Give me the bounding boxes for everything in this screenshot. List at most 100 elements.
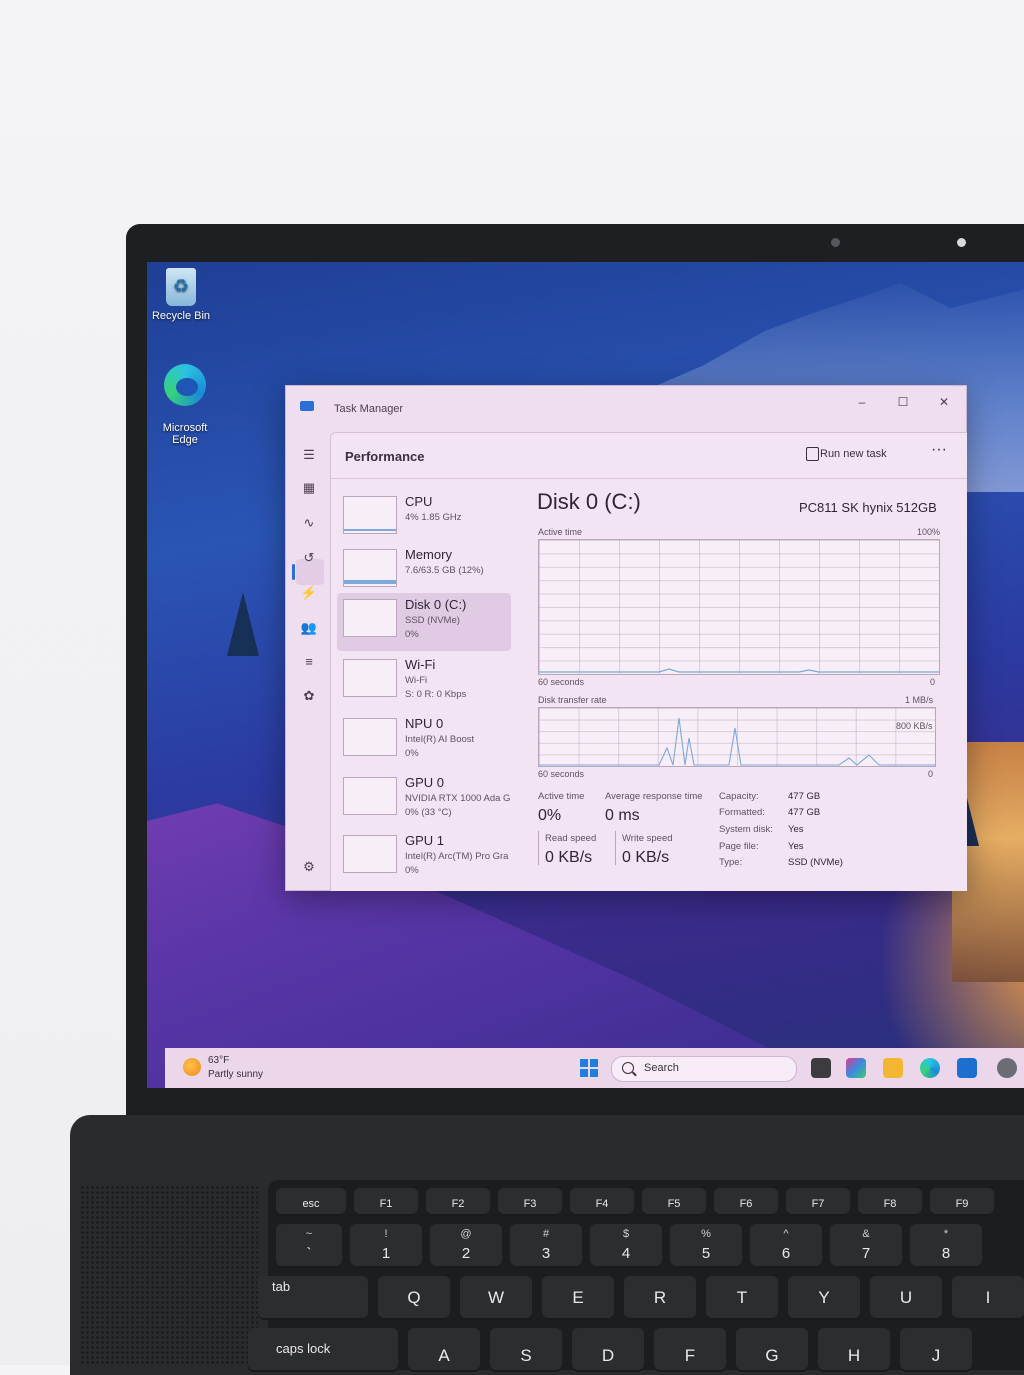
hamburger-menu-icon[interactable]: ☰ <box>300 446 318 464</box>
transfer-rate-line <box>539 717 935 766</box>
key-f7[interactable]: F7 <box>786 1188 850 1216</box>
key-8[interactable]: * 8 <box>910 1224 982 1268</box>
store-icon[interactable] <box>957 1058 977 1078</box>
key-f1[interactable]: F1 <box>354 1188 418 1216</box>
key-r[interactable]: R <box>624 1276 696 1320</box>
transfer-rate-graph: 800 KB/s <box>538 707 936 767</box>
key-w[interactable]: W <box>460 1276 532 1320</box>
key-caps-lock[interactable]: caps lock <box>248 1328 398 1372</box>
key-7[interactable]: & 7 <box>830 1224 902 1268</box>
more-options-icon[interactable]: ··· <box>931 441 947 459</box>
page-title: Performance <box>345 449 425 464</box>
key-q[interactable]: Q <box>378 1276 450 1320</box>
key-h[interactable]: H <box>818 1328 890 1372</box>
key-f[interactable]: F <box>654 1328 726 1372</box>
key-g[interactable]: G <box>736 1328 808 1372</box>
device-thumbnail <box>343 659 397 697</box>
key-s[interactable]: S <box>490 1328 562 1372</box>
key-j[interactable]: J <box>900 1328 972 1372</box>
key-f4[interactable]: F4 <box>570 1188 634 1216</box>
graph-label: Disk transfer rate <box>538 695 607 705</box>
key-f9[interactable]: F9 <box>930 1188 994 1216</box>
stat-divider <box>615 831 616 865</box>
minimize-button[interactable]: – <box>842 390 882 414</box>
edge-icon[interactable] <box>920 1058 940 1078</box>
device-subtext: 4% 1.85 GHz <box>405 512 462 523</box>
key-6[interactable]: ^ 6 <box>750 1224 822 1268</box>
key-f8[interactable]: F8 <box>858 1188 922 1216</box>
device-thumbnail <box>343 599 397 637</box>
device-item-disk[interactable]: Disk 0 (C:) SSD (NVMe) 0% <box>337 593 511 651</box>
taskbar-search[interactable]: Search <box>611 1056 797 1082</box>
device-item-cpu[interactable]: CPU 4% 1.85 GHz <box>337 490 511 548</box>
device-name: GPU 1 <box>405 833 445 848</box>
key-u[interactable]: U <box>870 1276 942 1320</box>
device-subtext: NVIDIA RTX 1000 Ada G <box>405 793 511 804</box>
key-5[interactable]: % 5 <box>670 1224 742 1268</box>
run-task-icon <box>806 447 819 461</box>
task-manager-window[interactable]: Task Manager – ☐ ✕ ☰ ▦ ∿ ↺ ⚡ 👥 ≡ ✿ ⚙ Per… <box>285 385 967 891</box>
device-subtext: 0% <box>405 629 419 640</box>
key-2[interactable]: @2 <box>430 1224 502 1268</box>
key-d[interactable]: D <box>572 1328 644 1372</box>
windows-start-icon[interactable] <box>580 1059 598 1077</box>
startup-apps-icon[interactable]: ⚡ <box>300 584 318 602</box>
key-e[interactable]: E <box>542 1276 614 1320</box>
key-1[interactable]: ! 1 <box>350 1224 422 1268</box>
key-tab[interactable]: tab <box>258 1276 368 1320</box>
active-time-graph <box>538 539 940 675</box>
copilot-icon[interactable] <box>846 1058 866 1078</box>
nav-active-indicator <box>292 564 295 580</box>
device-name: Memory <box>405 547 452 562</box>
write-speed-value: 0 KB/s <box>622 849 670 866</box>
property-key: Capacity: <box>719 791 759 802</box>
users-icon[interactable]: 👥 <box>300 619 318 637</box>
recycle-bin-icon <box>166 268 196 306</box>
key-3[interactable]: #3 <box>510 1224 582 1268</box>
active-time-value: 0% <box>538 807 562 824</box>
run-new-task-button[interactable]: Run new task <box>820 448 887 460</box>
keyboard: esc F1 F2 F3 F4 F5 F6 F7 F8 F9 ~ ` ! 1 @2 … <box>248 1180 1024 1372</box>
key-4[interactable]: $4 <box>590 1224 662 1268</box>
sensor-icon <box>957 238 966 247</box>
details-icon[interactable]: ≡ <box>300 653 318 671</box>
settings-gear-icon[interactable]: ⚙ <box>300 858 318 876</box>
weather-sun-icon[interactable] <box>183 1058 201 1076</box>
key-f2[interactable]: F2 <box>426 1188 490 1216</box>
key-f6[interactable]: F6 <box>714 1188 778 1216</box>
key-y[interactable]: Y <box>788 1276 860 1320</box>
key-f3[interactable]: F3 <box>498 1188 562 1216</box>
desktop-icon-recycle-bin[interactable]: Recycle Bin <box>147 268 221 322</box>
settings-gear-icon[interactable] <box>997 1058 1017 1078</box>
close-button[interactable]: ✕ <box>924 390 964 414</box>
services-icon[interactable]: ✿ <box>300 687 318 705</box>
task-view-icon[interactable] <box>811 1058 831 1078</box>
device-item-gpu1[interactable]: GPU 1 Intel(R) Arc(TM) Pro Gra 0% <box>337 829 511 887</box>
device-item-npu[interactable]: NPU 0 Intel(R) AI Boost 0% <box>337 712 511 770</box>
device-name: CPU <box>405 494 433 509</box>
property-key: Page file: <box>719 841 759 852</box>
key-f5[interactable]: F5 <box>642 1188 706 1216</box>
device-item-gpu0[interactable]: GPU 0 NVIDIA RTX 1000 Ada G 0% (33 °C) <box>337 771 511 829</box>
search-placeholder: Search <box>644 1062 679 1074</box>
stat-divider <box>538 831 539 865</box>
device-thumbnail <box>343 835 397 873</box>
key-t[interactable]: T <box>706 1276 778 1320</box>
performance-icon[interactable]: ∿ <box>300 514 318 532</box>
processes-icon[interactable]: ▦ <box>300 479 318 497</box>
property-value: 477 GB <box>788 791 821 802</box>
key-esc[interactable]: esc <box>276 1188 346 1216</box>
file-explorer-icon[interactable] <box>883 1058 903 1078</box>
graph-time-label: 60 seconds <box>538 677 585 687</box>
maximize-button[interactable]: ☐ <box>883 390 923 414</box>
property-value: Yes <box>788 841 804 852</box>
desktop-icon-edge[interactable]: Microsoft Edge <box>147 352 225 458</box>
key-i[interactable]: I <box>952 1276 1024 1320</box>
device-item-wifi[interactable]: Wi-Fi Wi-Fi S: 0 R: 0 Kbps <box>337 653 511 711</box>
app-history-icon[interactable]: ↺ <box>300 549 318 567</box>
weather-description[interactable]: Partly sunny <box>208 1069 263 1080</box>
weather-temperature[interactable]: 63°F <box>208 1055 229 1066</box>
avg-response-value: 0 ms <box>605 807 640 824</box>
key-a[interactable]: A <box>408 1328 480 1372</box>
key-backtick[interactable]: ~ ` <box>276 1224 342 1268</box>
